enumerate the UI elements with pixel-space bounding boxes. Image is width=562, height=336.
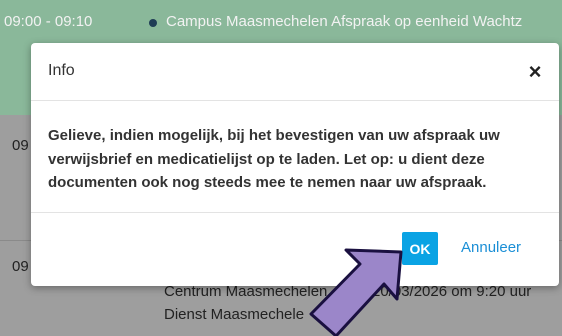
arrow-shape [309, 248, 403, 336]
arrow-annotation [309, 248, 403, 336]
